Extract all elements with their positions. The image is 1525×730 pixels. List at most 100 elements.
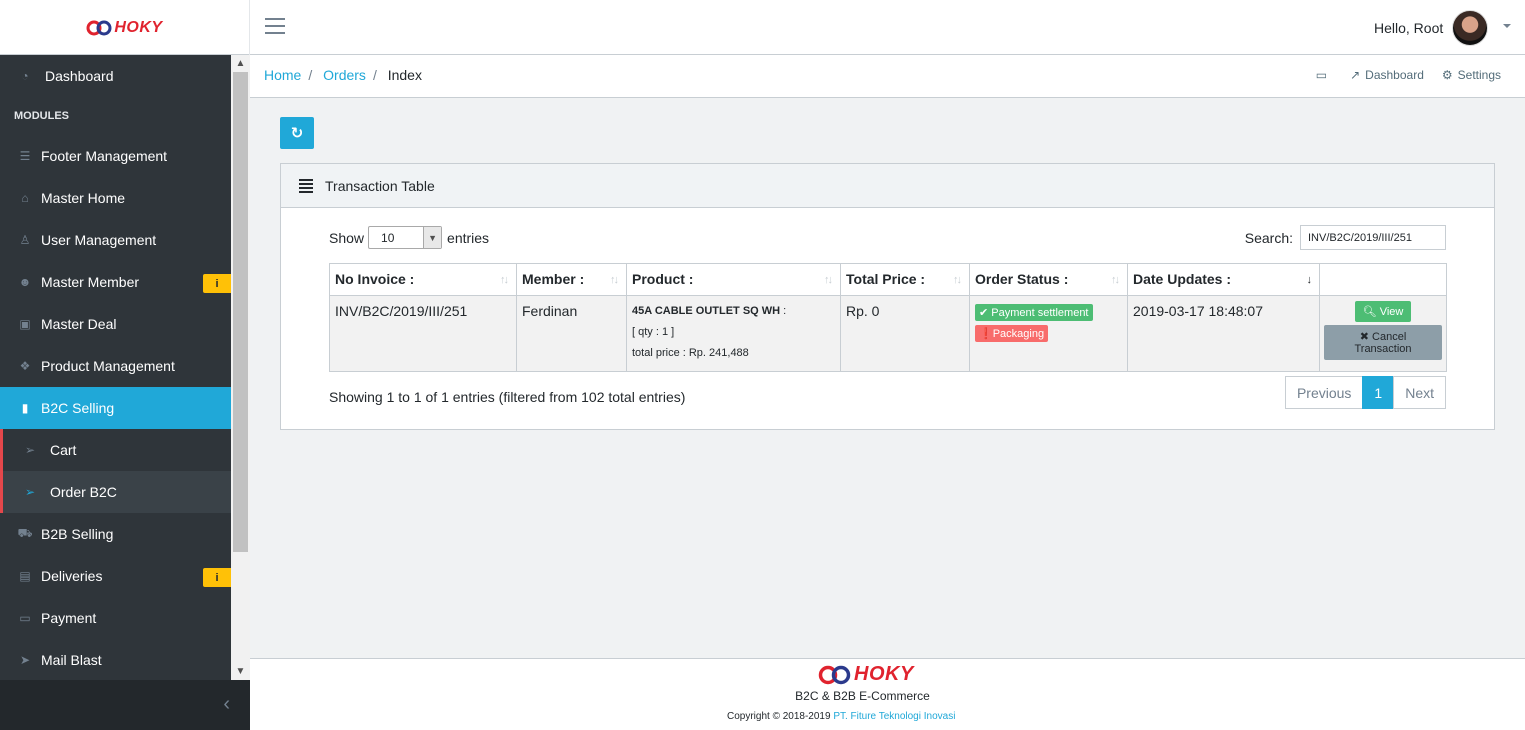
copyright-text: Copyright © 2018-2019 (727, 711, 831, 722)
product-separator: : (780, 305, 787, 317)
sidebar-item-deliveries[interactable]: ▤ Deliveries i (0, 555, 231, 597)
brand-area[interactable]: HOKY (0, 0, 250, 55)
sidebar-item-label: Payment (41, 610, 97, 626)
chevron-down-icon[interactable] (1503, 24, 1511, 28)
col-member[interactable]: Member : ↑↓ (516, 263, 627, 296)
sidebar-item-master-member[interactable]: ☻ Master Member i (0, 261, 231, 303)
entries-label: entries (447, 229, 490, 246)
menu-icon[interactable] (265, 18, 285, 34)
sidebar-item-label: Master Member (41, 274, 140, 290)
speedometer-icon: ◔ (21, 69, 29, 83)
breadcrumb-current: Index (387, 67, 422, 83)
cell-actions: 🔍︎ View ✖ Cancel Transaction (1319, 295, 1447, 372)
sidebar-scrollbar[interactable]: ▲ ▼ (231, 55, 250, 680)
col-product[interactable]: Product : ↑↓ (626, 263, 841, 296)
sidebar-item-product-management[interactable]: ❖ Product Management (0, 345, 231, 387)
col-label: Date Updates : (1133, 271, 1232, 287)
sidebar-item-cart[interactable]: ➢ Cart (0, 429, 231, 471)
pagination-page[interactable]: 1 (1362, 376, 1395, 409)
breadcrumb-home[interactable]: Home (264, 67, 301, 83)
cell-product: 45A CABLE OUTLET SQ WH : [ qty : 1 ] tot… (626, 295, 841, 372)
status-badge-payment: ✔ Payment settlement (975, 304, 1093, 321)
breadcrumb-menu: ▭ ↗ Dashboard ⚙ Settings (1298, 68, 1501, 82)
paper-plane-icon: ➢ (24, 485, 36, 499)
search-icon: 🔍︎ (1362, 306, 1377, 318)
sidebar-item-label: Product Management (41, 358, 175, 374)
sidebar-item-footer-management[interactable]: ☰ Footer Management (0, 135, 231, 177)
breadcrumb: Home / Orders / Index (264, 67, 422, 83)
dashboard-icon: ↗ (1350, 68, 1361, 82)
pagination-previous[interactable]: Previous (1284, 376, 1364, 409)
sidebar-item-user-management[interactable]: ♙ User Management (0, 219, 231, 261)
show-label: Show (329, 229, 365, 246)
cell-invoice: INV/B2C/2019/III/251 (329, 295, 517, 372)
settings-link[interactable]: ⚙ Settings (1442, 68, 1501, 82)
scroll-down-icon[interactable]: ▼ (231, 663, 250, 680)
view-button[interactable]: 🔍︎ View (1354, 301, 1412, 322)
settings-link-label: Settings (1457, 68, 1501, 82)
footer-logo: HOKY (818, 663, 914, 686)
cancel-transaction-button[interactable]: ✖ Cancel Transaction (1324, 325, 1442, 360)
comment-icon: ▭ (1315, 68, 1328, 82)
cubes-icon: ❖ (19, 359, 31, 373)
send-icon: ➤ (19, 653, 31, 667)
user-icon: ♙ (19, 233, 31, 247)
logo-icon (818, 665, 851, 684)
entries-select-value: 10 (381, 230, 395, 245)
footer-subtitle: B2C & B2B E-Commerce (795, 689, 930, 703)
brand-logo[interactable]: HOKY (86, 19, 162, 37)
sidebar-item-label: Mail Blast (41, 652, 102, 668)
sidebar-item-label: Dashboard (45, 68, 114, 84)
logo-icon (86, 20, 112, 35)
cell-member: Ferdinan (516, 295, 627, 372)
chevron-down-icon: ▼ (423, 227, 442, 248)
sort-icon: ↑↓ (953, 274, 962, 286)
avatar[interactable] (1452, 10, 1488, 46)
col-date-updates[interactable]: Date Updates : ↓ (1127, 263, 1320, 296)
sort-icon: ↑↓ (610, 274, 619, 286)
sidebar-item-b2c-selling[interactable]: ▮ B2C Selling (0, 387, 231, 429)
search-label: Search: (1244, 229, 1293, 246)
col-total-price[interactable]: Total Price : ↑↓ (840, 263, 970, 296)
refresh-button[interactable]: ↻ (280, 117, 314, 149)
sidebar-item-mail-blast[interactable]: ➤ Mail Blast (0, 639, 231, 680)
company-link[interactable]: PT. Fiture Teknologi Inovasi (833, 711, 955, 722)
sidebar-minimizer[interactable]: ‹ (0, 680, 250, 730)
sidebar-item-master-home[interactable]: ⌂ Master Home (0, 177, 231, 219)
sort-icon: ↑↓ (500, 274, 509, 286)
footer-copyright: Copyright © 2018-2019 PT. Fiture Teknolo… (727, 711, 955, 722)
card-header: Transaction Table (281, 164, 1494, 208)
status-badge-packaging: ❗Packaging (975, 325, 1049, 342)
sidebar-item-payment[interactable]: ▭ Payment (0, 597, 231, 639)
product-qty: [ qty : 1 ] (632, 326, 675, 338)
sidebar-item-dashboard[interactable]: ◔ Dashboard (0, 55, 231, 97)
pagination: Previous 1 Next (1284, 376, 1446, 409)
pagination-next[interactable]: Next (1393, 376, 1446, 409)
cell-date: 2019-03-17 18:48:07 (1127, 295, 1320, 372)
breadcrumb-orders[interactable]: Orders (323, 67, 366, 83)
scroll-up-icon[interactable]: ▲ (231, 55, 250, 72)
transaction-table: No Invoice : ↑↓ Member : ↑↓ Product : ↑↓ To… (329, 263, 1447, 372)
list-icon (299, 177, 313, 195)
info-badge: i (203, 568, 231, 587)
dashboard-link[interactable]: ↗ Dashboard (1350, 68, 1424, 82)
scrollbar-thumb[interactable] (233, 72, 248, 552)
col-invoice[interactable]: No Invoice : ↑↓ (329, 263, 517, 296)
sidebar-item-master-deal[interactable]: ▣ Master Deal (0, 303, 231, 345)
entries-length: Show 10 ▼ entries (329, 226, 489, 249)
sidebar-item-label: Master Deal (41, 316, 117, 332)
col-label: Member : (522, 271, 585, 287)
entries-select[interactable]: 10 ▼ (368, 226, 443, 249)
sidebar-item-b2b-selling[interactable]: ⛟ B2B Selling (0, 513, 231, 555)
col-order-status[interactable]: Order Status : ↑↓ (969, 263, 1128, 296)
paper-plane-icon: ➢ (24, 443, 36, 457)
col-label: No Invoice : (335, 271, 415, 287)
truck-icon: ▤ (19, 569, 31, 583)
search-input[interactable] (1300, 225, 1446, 250)
sidebar-item-order-b2c[interactable]: ➢ Order B2C (0, 471, 231, 513)
comment-button[interactable]: ▭ (1316, 68, 1332, 82)
col-label: Order Status : (975, 271, 1069, 287)
users-icon: ☻ (18, 275, 32, 289)
brand-name: HOKY (114, 18, 163, 36)
chevron-left-icon[interactable]: ‹ (223, 693, 230, 716)
